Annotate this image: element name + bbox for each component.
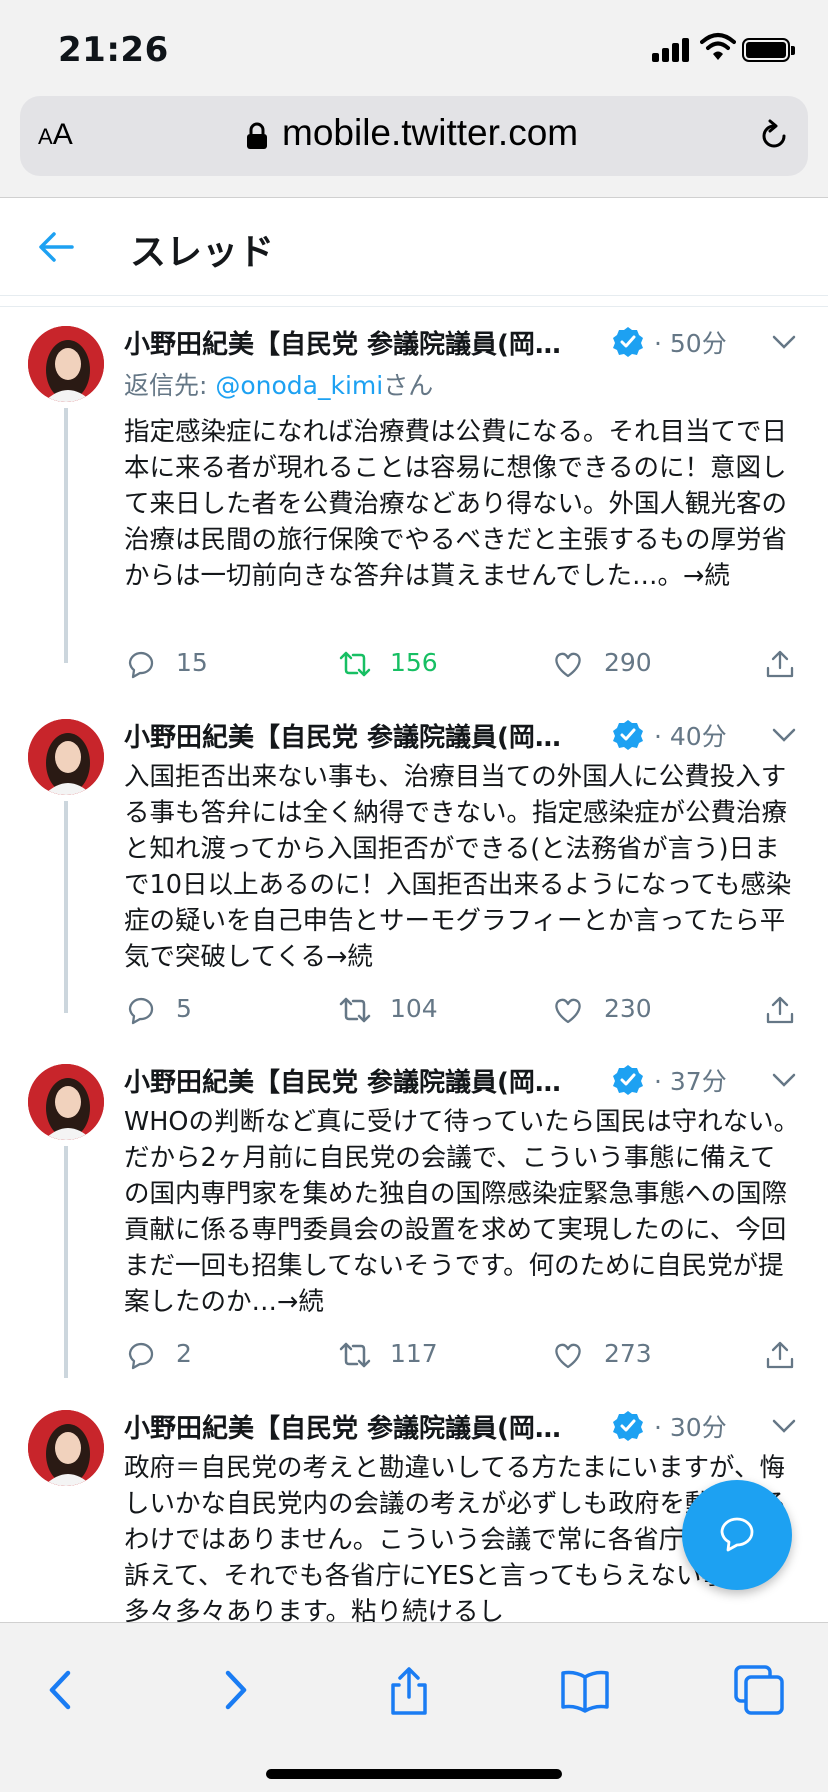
avatar[interactable] bbox=[28, 1064, 104, 1140]
reply-suffix: さん bbox=[383, 371, 434, 400]
verified-badge-icon bbox=[613, 720, 643, 750]
reload-icon[interactable] bbox=[756, 118, 792, 154]
tweet-actions: 15 156 290 bbox=[124, 644, 804, 684]
compose-button[interactable] bbox=[682, 1480, 792, 1590]
tweet-time[interactable]: · 50分 bbox=[654, 324, 727, 360]
browser-toolbar bbox=[0, 1622, 828, 1792]
author-name[interactable]: 小野田紀美【自民党 参議院議員(岡… bbox=[124, 1062, 561, 1099]
browser-share-icon[interactable] bbox=[382, 1663, 436, 1717]
retweet-icon bbox=[339, 1342, 371, 1368]
thread-feed[interactable]: 小野田紀美【自民党 参議院議員(岡… · 50分 返信先: @onoda_kim… bbox=[0, 310, 828, 1622]
retweet-count: 156 bbox=[390, 648, 438, 677]
tweet-time[interactable]: · 40分 bbox=[654, 717, 727, 753]
tweet[interactable]: 小野田紀美【自民党 参議院議員(岡… · 37分 WHOの判断など真に受けて待っ… bbox=[0, 1048, 828, 1393]
text-size-button[interactable]: AA bbox=[38, 118, 73, 152]
avatar[interactable] bbox=[28, 719, 104, 795]
divider bbox=[0, 306, 828, 307]
tweet-text[interactable]: WHOの判断など真に受けて待っていたら国民は守れない。だから2ヶ月前に自民党の会… bbox=[124, 1104, 800, 1320]
chevron-down-icon[interactable] bbox=[772, 1418, 796, 1434]
chevron-down-icon[interactable] bbox=[772, 1072, 796, 1088]
reply-icon bbox=[128, 997, 154, 1025]
like-icon bbox=[555, 652, 581, 678]
home-indicator[interactable] bbox=[266, 1769, 562, 1779]
verified-badge-icon bbox=[613, 327, 643, 357]
url-text[interactable]: mobile.twitter.com bbox=[282, 112, 578, 154]
reply-count: 5 bbox=[176, 994, 192, 1023]
tabs-icon[interactable] bbox=[732, 1663, 786, 1717]
thread-connector bbox=[64, 801, 68, 1013]
tweet[interactable]: 小野田紀美【自民党 参議院議員(岡… · 40分 入国拒否出来ない事も、治療目当… bbox=[0, 703, 828, 1048]
like-count: 290 bbox=[604, 648, 652, 677]
status-bar: 21:26 bbox=[0, 0, 828, 92]
retweet-count: 104 bbox=[390, 994, 438, 1023]
tweet-text[interactable]: 指定感染症になれば治療費は公費になる。それ目当てで日本に来る者が現れることは容易… bbox=[124, 414, 800, 594]
share-icon bbox=[766, 996, 794, 1024]
thread-connector bbox=[64, 408, 68, 663]
reply-count: 2 bbox=[176, 1339, 192, 1368]
verified-badge-icon bbox=[613, 1411, 643, 1441]
tweet-actions: 2 117 273 bbox=[124, 1335, 804, 1375]
tweet-text[interactable]: 入国拒否出来ない事も、治療目当ての外国人に公費投入する事も答弁には全く納得できな… bbox=[124, 759, 800, 975]
retweet-icon bbox=[339, 997, 371, 1023]
like-icon bbox=[555, 998, 581, 1024]
battery-icon bbox=[742, 38, 795, 62]
share-icon bbox=[766, 1341, 794, 1369]
share-icon bbox=[766, 650, 794, 678]
reply-handle-link[interactable]: @onoda_kimi bbox=[215, 371, 383, 400]
tweet-time[interactable]: · 30分 bbox=[654, 1408, 727, 1444]
back-arrow-icon[interactable] bbox=[38, 230, 74, 264]
author-name[interactable]: 小野田紀美【自民党 参議院議員(岡… bbox=[124, 324, 561, 361]
reply-icon bbox=[128, 651, 154, 679]
retweet-count: 117 bbox=[390, 1339, 438, 1368]
wifi-icon bbox=[700, 33, 736, 60]
reply-count: 15 bbox=[176, 648, 208, 677]
reply-prefix: 返信先: bbox=[124, 371, 216, 400]
browser-back-icon[interactable] bbox=[34, 1663, 88, 1717]
reply-context: 返信先: @onoda_kimiさん bbox=[124, 366, 433, 402]
like-count: 273 bbox=[604, 1339, 652, 1368]
like-icon bbox=[555, 1343, 581, 1369]
status-time: 21:26 bbox=[58, 30, 169, 70]
lock-icon bbox=[247, 122, 267, 149]
author-name[interactable]: 小野田紀美【自民党 参議院議員(岡… bbox=[124, 717, 561, 754]
browser-forward-icon[interactable] bbox=[208, 1663, 262, 1717]
author-name[interactable]: 小野田紀美【自民党 参議院議員(岡… bbox=[124, 1408, 561, 1445]
verified-badge-icon bbox=[613, 1065, 643, 1095]
reply-icon bbox=[128, 1342, 154, 1370]
like-count: 230 bbox=[604, 994, 652, 1023]
cellular-signal-icon bbox=[652, 36, 692, 62]
address-bar[interactable]: AA mobile.twitter.com bbox=[20, 96, 808, 176]
compose-icon bbox=[720, 1517, 754, 1552]
retweet-icon bbox=[339, 651, 371, 677]
tweet-actions: 5 104 230 bbox=[124, 990, 804, 1030]
thread-connector bbox=[64, 1146, 68, 1378]
page-title: スレッド bbox=[130, 232, 275, 273]
chevron-down-icon[interactable] bbox=[772, 727, 796, 743]
browser-address-area: AA mobile.twitter.com bbox=[0, 92, 828, 198]
page-header: スレッド bbox=[0, 198, 828, 296]
chevron-down-icon[interactable] bbox=[772, 334, 796, 350]
avatar[interactable] bbox=[28, 326, 104, 402]
tweet-time[interactable]: · 37分 bbox=[654, 1062, 727, 1098]
bookmarks-icon[interactable] bbox=[558, 1663, 612, 1717]
tweet[interactable]: 小野田紀美【自民党 参議院議員(岡… · 50分 返信先: @onoda_kim… bbox=[0, 310, 828, 679]
avatar[interactable] bbox=[28, 1410, 104, 1486]
